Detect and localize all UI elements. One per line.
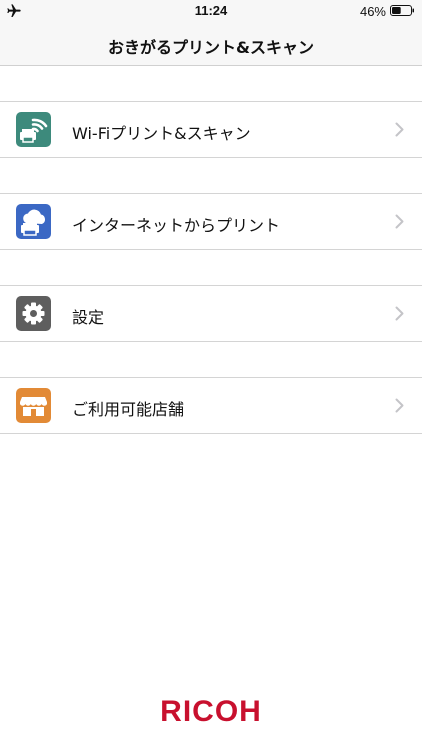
battery-percent: 46% — [359, 4, 386, 19]
battery-icon — [390, 5, 414, 16]
chevron-right-icon — [395, 214, 404, 229]
menu-item-wifi-print-scan[interactable]: Wi-Fiプリント&スキャン — [0, 101, 422, 158]
menu-list: Wi-Fiプリント&スキャン インターネットからプリント 設定 ご利用可能店舗 — [0, 66, 422, 434]
chevron-right-icon — [395, 398, 404, 413]
menu-item-label: 設定 — [72, 308, 105, 327]
menu-item-label: Wi-Fiプリント&スキャン — [72, 124, 251, 143]
gear-icon — [16, 296, 51, 331]
menu-item-internet-print[interactable]: インターネットからプリント — [0, 193, 422, 250]
status-time: 11:24 — [194, 3, 228, 18]
navigation-bar: おきがるプリント&スキャン — [0, 22, 422, 66]
status-bar: 11:24 46% — [0, 0, 422, 22]
menu-item-settings[interactable]: 設定 — [0, 285, 422, 342]
store-icon — [16, 388, 51, 423]
chevron-right-icon — [395, 122, 404, 137]
wifi-printer-icon — [16, 112, 51, 147]
menu-item-label: ご利用可能店舗 — [72, 400, 185, 419]
menu-item-available-stores[interactable]: ご利用可能店舗 — [0, 377, 422, 434]
page-title: おきがるプリント&スキャン — [108, 38, 314, 57]
menu-item-label: インターネットからプリント — [72, 216, 281, 235]
ricoh-logo: RICOH — [160, 695, 262, 728]
chevron-right-icon — [395, 306, 404, 321]
cloud-printer-icon — [16, 204, 51, 239]
